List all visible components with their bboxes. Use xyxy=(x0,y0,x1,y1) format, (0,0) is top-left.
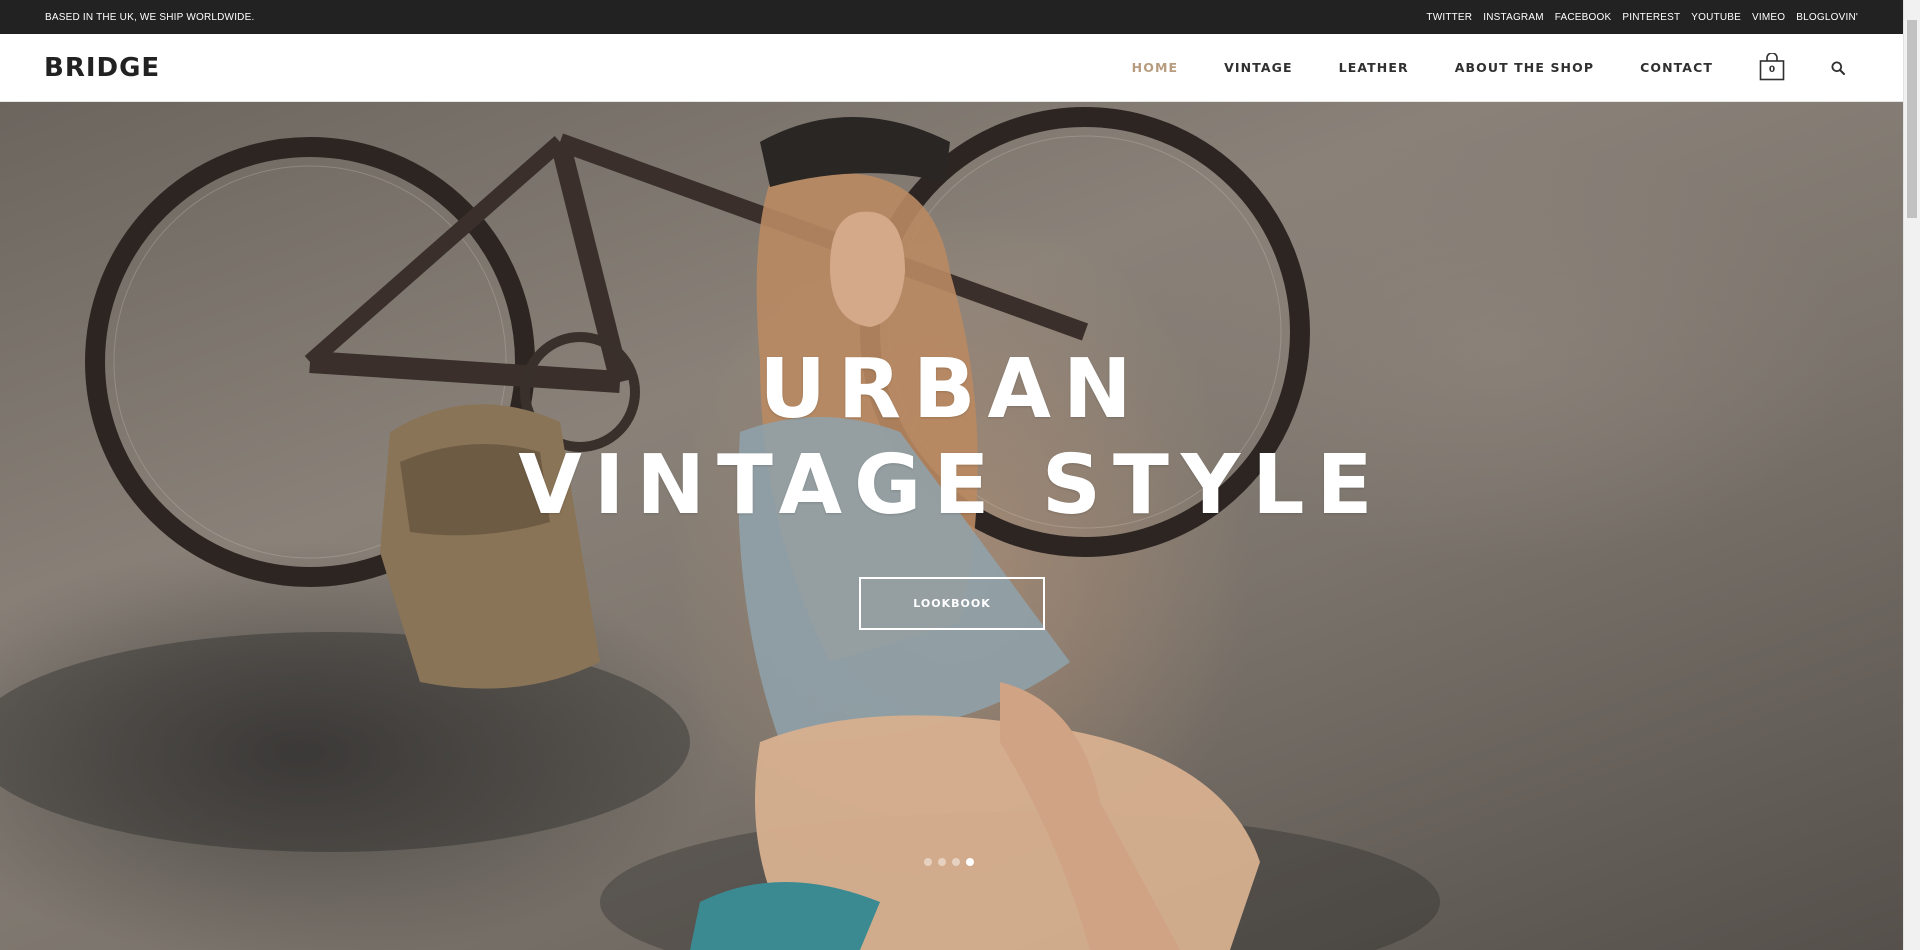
nav-item-leather[interactable]: LEATHER xyxy=(1339,60,1409,75)
social-link-pinterest[interactable]: PINTEREST xyxy=(1622,12,1680,23)
cart-button[interactable]: 0 xyxy=(1759,52,1785,81)
social-link-twitter[interactable]: TWITTER xyxy=(1426,12,1472,23)
main-nav: HOME VINTAGE LEATHER ABOUT THE SHOP CONT… xyxy=(1086,34,1903,101)
nav-item-home[interactable]: HOME xyxy=(1132,60,1178,75)
top-bar: BASED IN THE UK, WE SHIP WORLDWIDE. TWIT… xyxy=(0,0,1903,34)
slider-pagination xyxy=(924,858,974,866)
page: BASED IN THE UK, WE SHIP WORLDWIDE. TWIT… xyxy=(0,0,1920,950)
social-link-vimeo[interactable]: VIMEO xyxy=(1752,12,1785,23)
page-scrollbar[interactable] xyxy=(1903,0,1920,950)
slider-dot-2[interactable] xyxy=(938,858,946,866)
nav-item-contact[interactable]: CONTACT xyxy=(1640,60,1713,75)
hero-title-line-1: URBAN xyxy=(759,342,1144,437)
nav-item-about-the-shop[interactable]: ABOUT THE SHOP xyxy=(1455,60,1594,75)
lookbook-button[interactable]: LOOKBOOK xyxy=(859,577,1045,630)
social-link-facebook[interactable]: FACEBOOK xyxy=(1555,12,1612,23)
hero-title: URBAN VINTAGE STYLE xyxy=(0,342,1903,534)
social-link-youtube[interactable]: YOUTUBE xyxy=(1691,12,1741,23)
scrollbar-thumb[interactable] xyxy=(1907,20,1917,218)
search-icon[interactable] xyxy=(1831,61,1845,75)
slider-dot-4[interactable] xyxy=(966,858,974,866)
slider-dot-1[interactable] xyxy=(924,858,932,866)
nav-item-vintage[interactable]: VINTAGE xyxy=(1224,60,1293,75)
shipping-tagline: BASED IN THE UK, WE SHIP WORLDWIDE. xyxy=(45,12,255,23)
hero-title-line-2: VINTAGE STYLE xyxy=(518,438,1385,533)
site-header: BRIDGE HOME VINTAGE LEATHER ABOUT THE SH… xyxy=(0,34,1903,102)
slider-dot-3[interactable] xyxy=(952,858,960,866)
hero-slider: URBAN VINTAGE STYLE LOOKBOOK xyxy=(0,102,1903,950)
social-link-instagram[interactable]: INSTAGRAM xyxy=(1483,12,1544,23)
social-link-bloglovin[interactable]: BLOGLOVIN' xyxy=(1796,12,1858,23)
site-logo[interactable]: BRIDGE xyxy=(44,53,160,83)
social-links: TWITTER INSTAGRAM FACEBOOK PINTEREST YOU… xyxy=(1426,12,1858,23)
cart-count: 0 xyxy=(1768,64,1776,75)
